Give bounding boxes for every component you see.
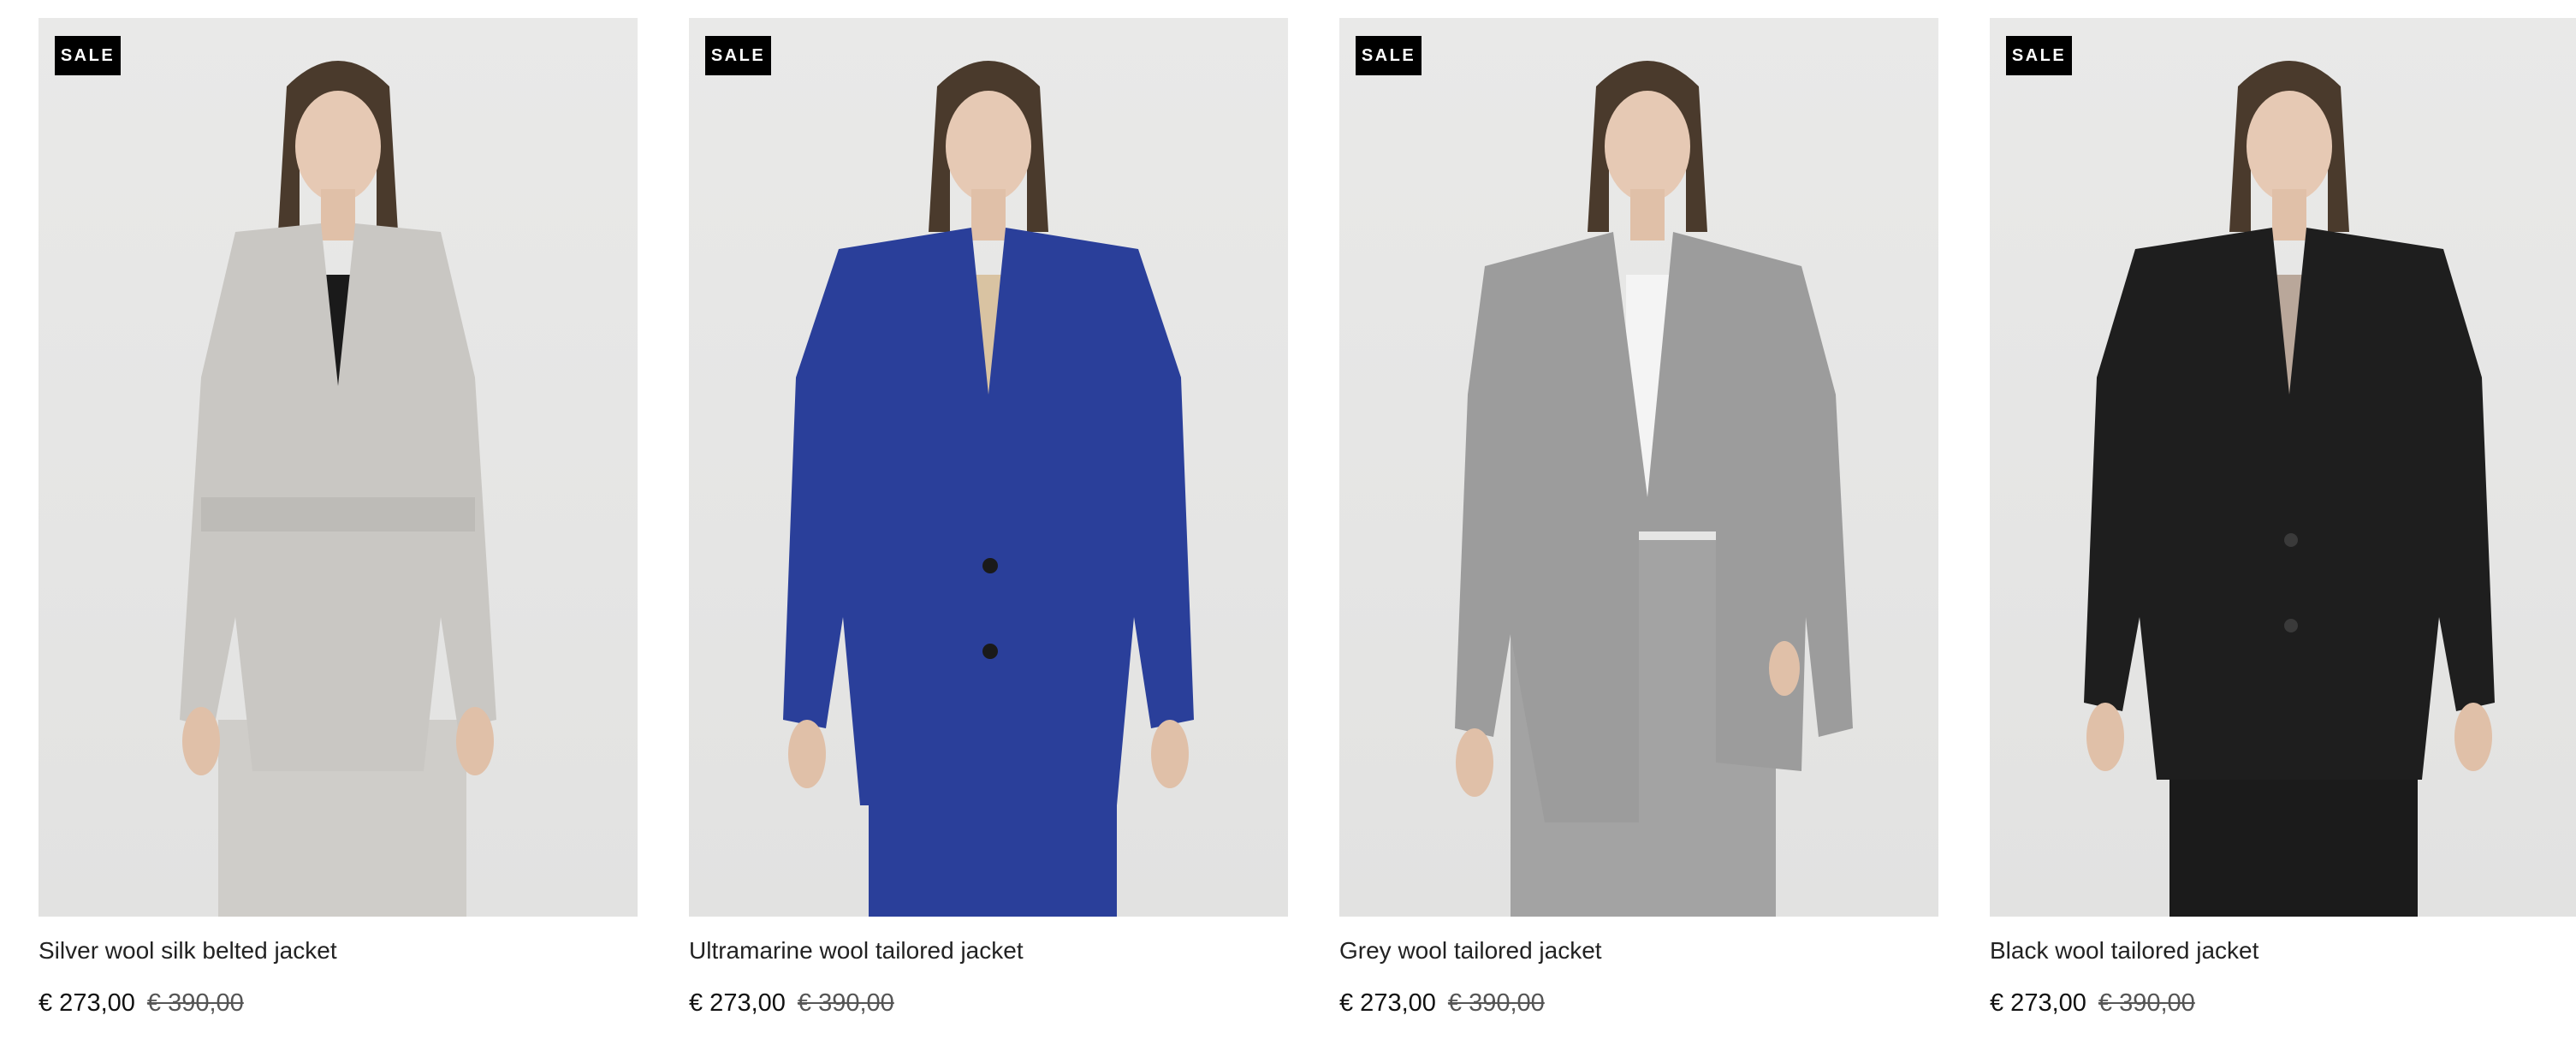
- price-row: € 273,00 € 390,00: [1339, 986, 1545, 1020]
- sale-badge: SALE: [705, 36, 771, 75]
- model-illustration: [180, 61, 496, 917]
- sale-price: € 273,00: [1990, 989, 2086, 1017]
- product-image[interactable]: SALE: [689, 18, 1288, 917]
- product-card[interactable]: SALE Ultramarine wool tailored jacket € …: [689, 18, 1288, 1039]
- original-price: € 390,00: [797, 989, 894, 1017]
- product-title[interactable]: Grey wool tailored jacket: [1339, 934, 1602, 968]
- sale-price: € 273,00: [1339, 989, 1436, 1017]
- product-card[interactable]: SALE Grey wool tailored jacket € 273,00 €…: [1339, 18, 1938, 1039]
- product-title[interactable]: Black wool tailored jacket: [1990, 934, 2258, 968]
- price-row: € 273,00 € 390,00: [689, 986, 894, 1020]
- model-illustration: [783, 61, 1194, 917]
- product-image[interactable]: SALE: [1990, 18, 2576, 917]
- sale-price: € 273,00: [689, 989, 786, 1017]
- model-illustration: [2084, 61, 2495, 917]
- sale-price: € 273,00: [39, 989, 135, 1017]
- product-image[interactable]: SALE: [1339, 18, 1938, 917]
- model-illustration: [1455, 61, 1853, 917]
- original-price: € 390,00: [146, 989, 244, 1017]
- original-price: € 390,00: [2098, 989, 2195, 1017]
- product-title[interactable]: Ultramarine wool tailored jacket: [689, 934, 1024, 968]
- product-image[interactable]: SALE: [39, 18, 638, 917]
- original-price: € 390,00: [1447, 989, 1545, 1017]
- sale-badge: SALE: [2006, 36, 2072, 75]
- product-card[interactable]: SALE Silver wool silk belted jacket € 27…: [39, 18, 638, 1039]
- sale-badge: SALE: [55, 36, 121, 75]
- product-title[interactable]: Silver wool silk belted jacket: [39, 934, 337, 968]
- price-row: € 273,00 € 390,00: [1990, 986, 2195, 1020]
- sale-badge: SALE: [1356, 36, 1422, 75]
- product-grid: SALE Silver wool silk belted jacket € 27…: [0, 0, 2576, 1039]
- price-row: € 273,00 € 390,00: [39, 986, 244, 1020]
- product-card[interactable]: SALE Black wool tailored jacket € 273,00…: [1990, 18, 2576, 1039]
